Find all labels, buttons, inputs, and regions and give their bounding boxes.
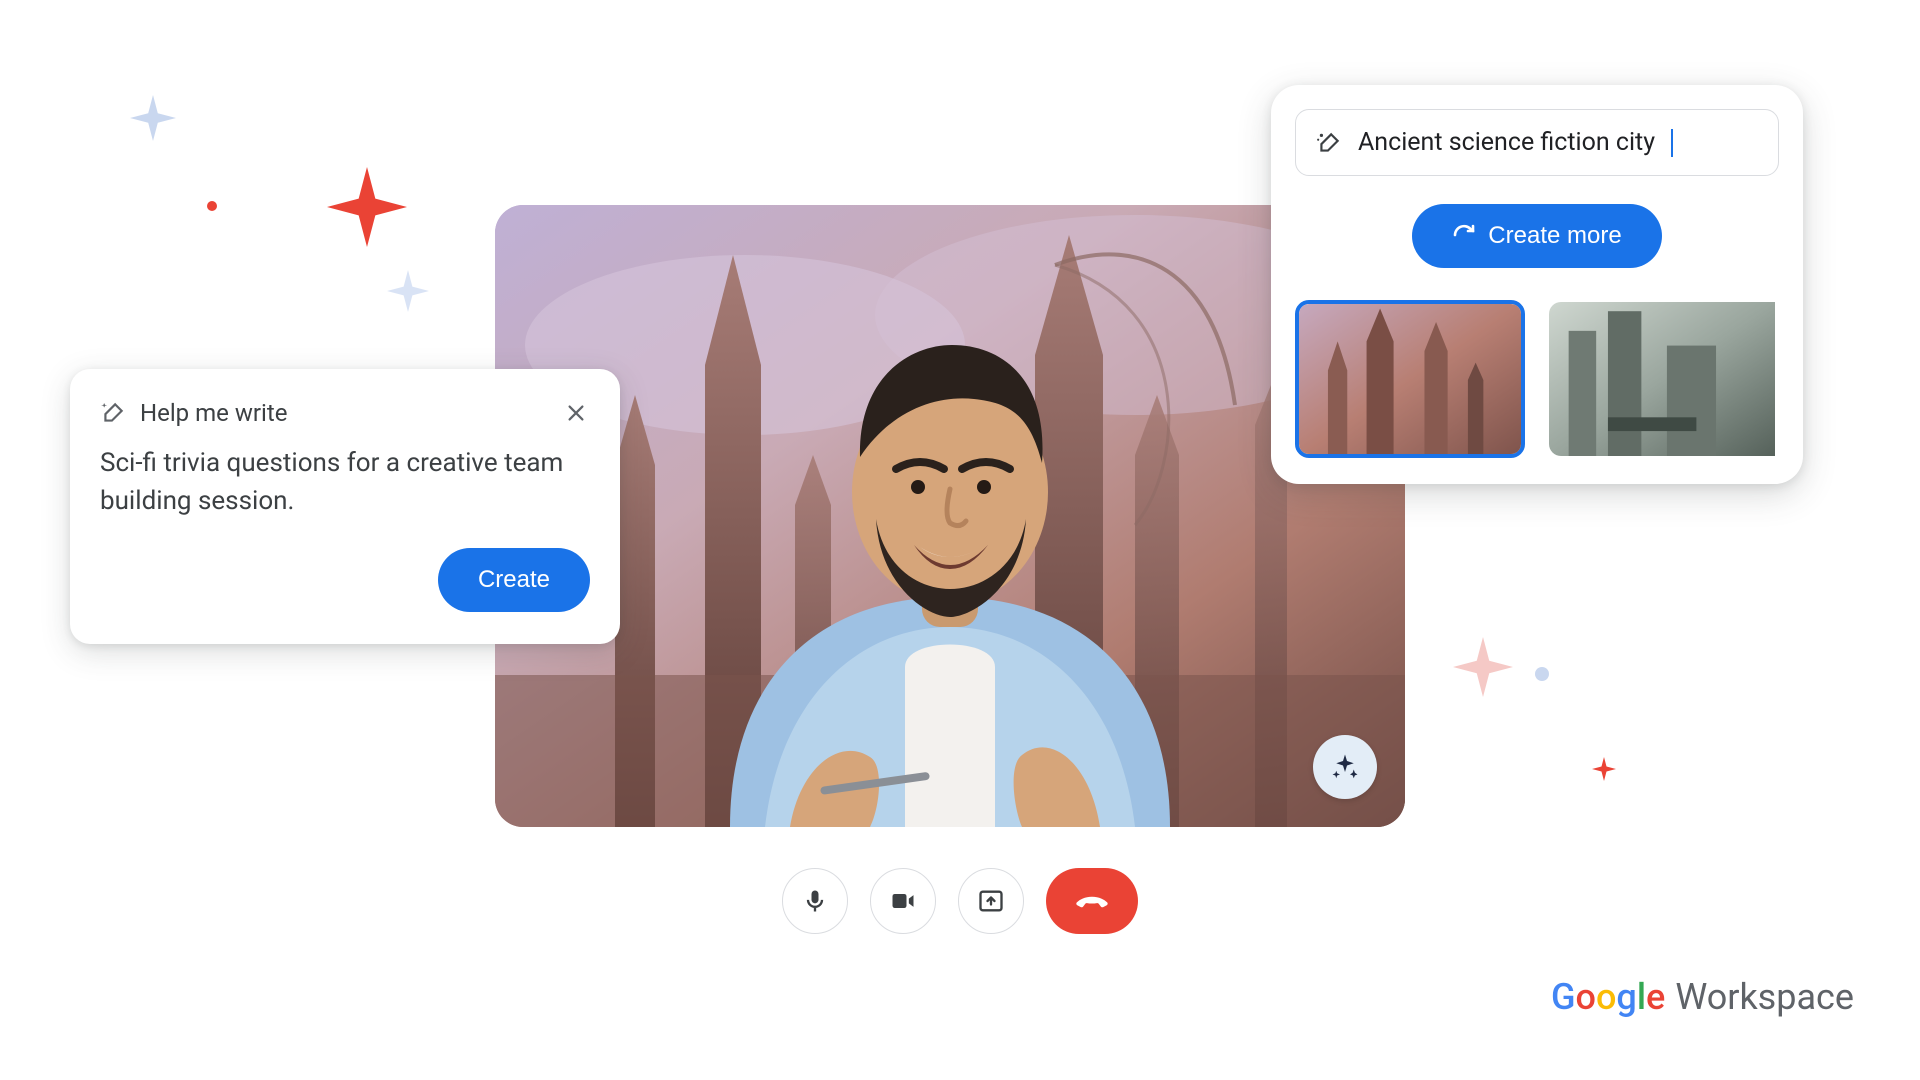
create-button[interactable]: Create (438, 548, 590, 612)
text-caret (1671, 129, 1673, 157)
magic-pen-icon (1316, 130, 1342, 156)
sparkle-icon (130, 95, 176, 141)
generated-thumb-1[interactable] (1295, 300, 1525, 458)
sparkle-icon (387, 270, 429, 312)
image-gen-prompt-input[interactable]: Ancient science fiction city (1295, 109, 1779, 176)
end-call-icon (1075, 884, 1109, 918)
help-me-write-title: Help me write (140, 399, 287, 427)
close-icon (565, 402, 587, 424)
sparkle-icon (1592, 757, 1616, 781)
image-gen-prompt-text: Ancient science fiction city (1358, 128, 1655, 157)
participant-video (670, 267, 1230, 827)
camera-button[interactable] (870, 868, 936, 934)
workspace-word: Workspace (1675, 976, 1854, 1018)
sparkle-icon (1330, 752, 1360, 782)
image-gen-panel: Ancient science fiction city Create more (1271, 85, 1803, 484)
microphone-icon (801, 887, 829, 915)
help-me-write-body: Sci-fi trivia questions for a creative t… (100, 445, 590, 520)
sparkle-icon (327, 167, 407, 247)
video-tile (495, 205, 1405, 827)
sparkle-icon (1453, 637, 1513, 697)
generated-thumb-2[interactable] (1547, 300, 1777, 458)
close-button[interactable] (562, 399, 590, 427)
present-button[interactable] (958, 868, 1024, 934)
dot-icon (1535, 667, 1549, 681)
refresh-icon (1452, 223, 1476, 247)
mic-button[interactable] (782, 868, 848, 934)
help-me-write-card: Help me write Sci-fi trivia questions fo… (70, 369, 620, 644)
dot-icon (207, 201, 217, 211)
present-icon (977, 887, 1005, 915)
create-more-button[interactable]: Create more (1412, 204, 1661, 268)
ai-sparkle-fab[interactable] (1313, 735, 1377, 799)
end-call-button[interactable] (1046, 868, 1138, 934)
magic-pen-icon (100, 400, 126, 426)
google-workspace-logo: Google Workspace (1551, 976, 1854, 1018)
camera-icon (889, 887, 917, 915)
meet-controls (782, 868, 1138, 934)
google-wordmark: Google (1551, 976, 1665, 1018)
